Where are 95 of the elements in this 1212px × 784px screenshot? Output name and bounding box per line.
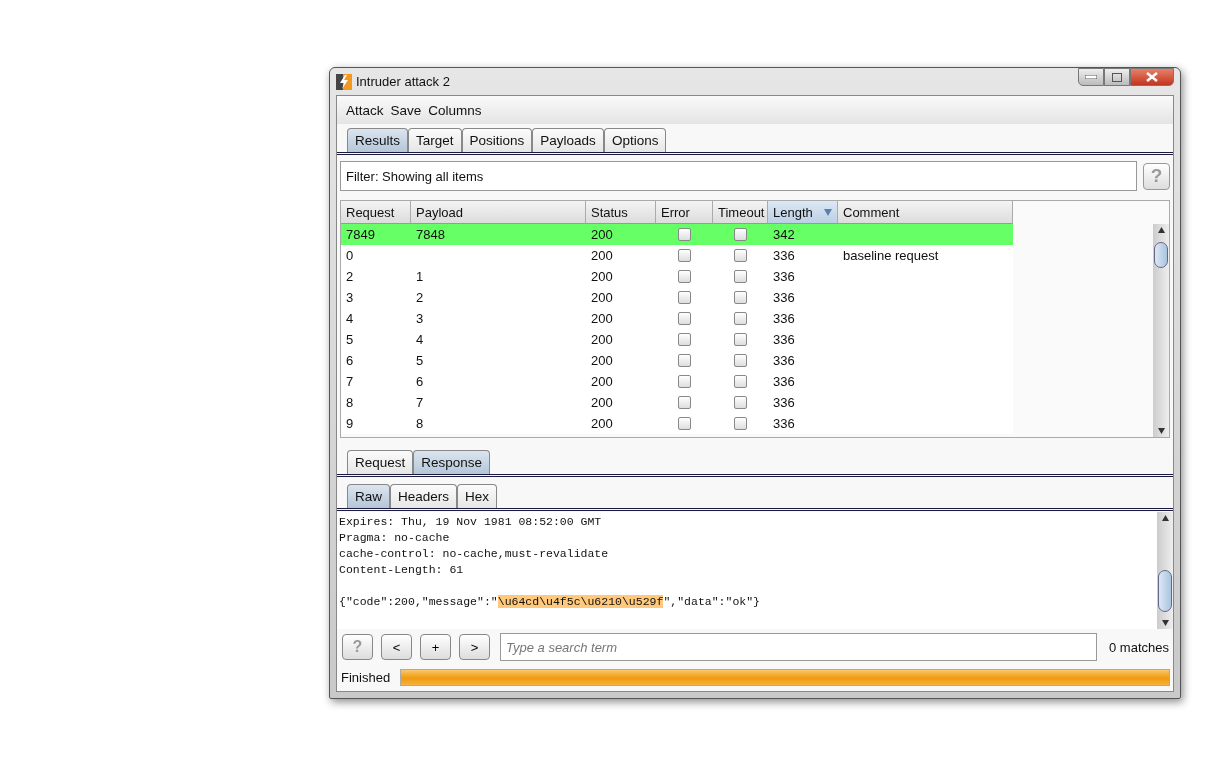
table-cell: 342 (773, 227, 795, 242)
table-row[interactable]: 7 6 200 336 (341, 371, 1013, 392)
table-cell: 2 (346, 269, 354, 284)
table-row[interactable]: 6 5 200 336 (341, 350, 1013, 371)
tab[interactable]: Hex (457, 484, 498, 508)
table-cell: 336 (773, 311, 795, 326)
table-cell: 7849 (346, 227, 375, 242)
column-header[interactable]: Comment (838, 201, 1013, 224)
tab[interactable]: Positions (461, 128, 533, 152)
tab[interactable]: Raw (347, 484, 390, 508)
table-cell: 5 (346, 332, 354, 347)
close-icon (1146, 72, 1158, 82)
table-row[interactable]: 3 2 200 336 (341, 287, 1013, 308)
column-header[interactable]: Length (768, 201, 838, 224)
table-cell: 200 (591, 269, 613, 284)
table-cell: 336 (773, 269, 795, 284)
table-row[interactable]: 2 1 200 336 (341, 266, 1013, 287)
menu-item[interactable]: Columns (428, 102, 482, 118)
tab[interactable]: Payloads (532, 128, 604, 152)
maximize-icon (1112, 72, 1122, 82)
table-cell: 336 (773, 374, 795, 389)
table-cell: 4 (346, 311, 354, 326)
response-text: Expires: Thu, 19 Nov 1981 08:52:00 GMT Pragma: no-cache cache-control: no-cache,must-revalidate Content-Length: 61 {"code":200,"message":"\u64cd\u4f5c\u6210\u529f","data":"ok"} (338, 514, 761, 610)
table-cell: 200 (591, 227, 613, 242)
search-field[interactable]: Type a search term (500, 633, 1097, 661)
table-cell: 3 (346, 290, 354, 305)
lightning-icon (336, 73, 352, 90)
search-nav-button[interactable]: > (459, 634, 490, 660)
column-header[interactable]: Request (341, 201, 411, 224)
table-cell: 5 (416, 353, 424, 368)
column-header[interactable]: Error (656, 201, 713, 224)
maximize-button[interactable] (1104, 68, 1130, 86)
sort-arrow-icon (824, 208, 832, 216)
table-cell: 200 (591, 332, 613, 347)
table-cell: 200 (591, 311, 613, 326)
table-cell: 200 (591, 395, 613, 410)
table-row[interactable]: 9 8 200 336 (341, 413, 1013, 434)
close-button[interactable] (1130, 68, 1174, 86)
tab[interactable]: Response (413, 450, 491, 474)
table-row[interactable]: 8 7 200 336 (341, 392, 1013, 413)
menu-item[interactable]: Save (390, 102, 422, 118)
table-cell: 200 (591, 416, 613, 431)
table-cell: baseline request (843, 248, 939, 263)
column-header[interactable]: Timeout (713, 201, 768, 224)
menu-item[interactable]: Attack (346, 102, 384, 118)
tab[interactable]: Options (603, 128, 667, 152)
table-cell: 7 (416, 395, 424, 410)
table-cell: 336 (773, 290, 795, 305)
table-cell: 8 (416, 416, 424, 431)
table-cell: 9 (346, 416, 354, 431)
status-text: Finished (341, 670, 391, 685)
table-cell: 336 (773, 353, 795, 368)
tab[interactable]: Headers (390, 484, 458, 508)
table-cell: 4 (416, 332, 424, 347)
table-cell: 2 (416, 290, 424, 305)
scroll-down-icon[interactable] (1157, 428, 1165, 434)
table-cell: 7848 (416, 227, 445, 242)
scroll-down-icon[interactable] (1161, 620, 1169, 626)
table-row[interactable]: 7849 7848 200 342 (341, 224, 1013, 245)
table-cell: 200 (591, 374, 613, 389)
table-row[interactable]: 4 3 200 336 (341, 308, 1013, 329)
column-header[interactable]: Status (586, 201, 656, 224)
scroll-thumb[interactable] (1154, 242, 1168, 268)
table-cell: 0 (346, 248, 354, 263)
table-cell: 1 (416, 269, 424, 284)
table-cell: 336 (773, 416, 795, 431)
search-nav-button[interactable]: + (420, 634, 451, 660)
table-row[interactable]: 0 200 336 baseline request (341, 245, 1013, 266)
search-nav-button[interactable]: < (381, 634, 412, 660)
table-cell: 200 (591, 248, 613, 263)
table-cell: 336 (773, 395, 795, 410)
scroll-up-icon[interactable] (1157, 227, 1165, 233)
column-header[interactable]: Payload (411, 201, 586, 224)
table-cell: 6 (416, 374, 424, 389)
table-row[interactable]: 5 4 200 336 (341, 329, 1013, 350)
tab[interactable]: Request (347, 450, 414, 474)
scrollbar[interactable] (1153, 224, 1169, 437)
match-count: 0 matches (1109, 639, 1169, 655)
minimize-button[interactable] (1078, 68, 1104, 86)
table-cell: 200 (591, 290, 613, 305)
table-cell: 336 (773, 332, 795, 347)
scroll-up-icon[interactable] (1161, 515, 1169, 521)
scrollbar[interactable] (1157, 512, 1173, 629)
table-cell: 200 (591, 353, 613, 368)
window-title: Intruder attack 2 (356, 74, 450, 89)
tab[interactable]: Results (347, 128, 408, 152)
minimize-icon (1085, 75, 1097, 79)
tab[interactable]: Target (408, 128, 462, 152)
table-cell: 3 (416, 311, 424, 326)
table-cell: 336 (773, 248, 795, 263)
table-cell: 7 (346, 374, 354, 389)
table-cell: 6 (346, 353, 354, 368)
table-cell: 8 (346, 395, 354, 410)
filter-bar[interactable]: Filter: Showing all items (340, 161, 1137, 191)
scroll-thumb[interactable] (1158, 570, 1172, 612)
